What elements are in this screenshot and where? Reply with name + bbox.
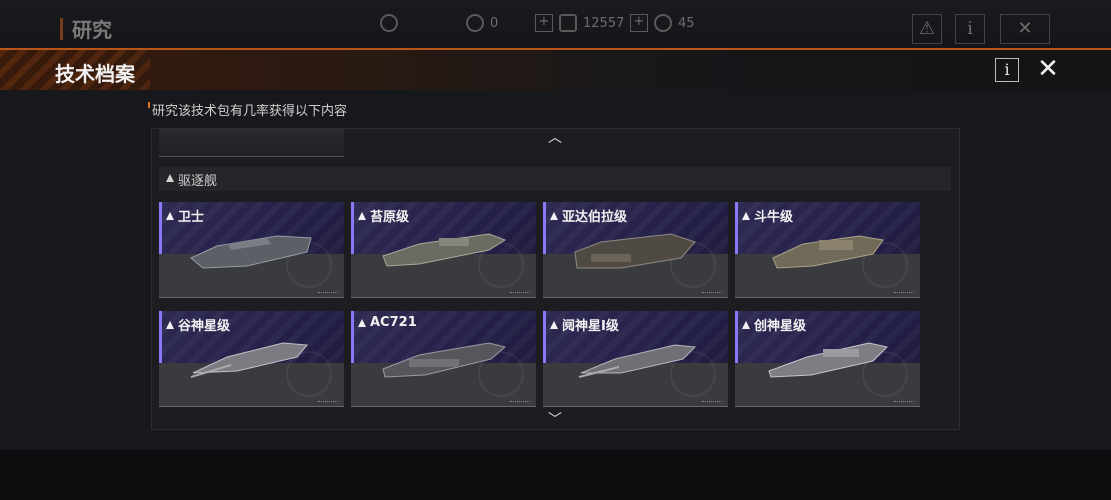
token-icon [466, 14, 484, 32]
ship-name: 创神星级 [754, 319, 807, 334]
resource-refresh [380, 14, 398, 32]
rarity-icon [550, 320, 558, 329]
rarity-icon [358, 318, 366, 327]
ship-name-row: 卫士 [166, 206, 204, 225]
warning-icon: ⚠ [912, 14, 942, 44]
coin-value: 45 [678, 15, 695, 31]
ship-card[interactable]: 斗牛级 [735, 202, 920, 298]
ship-card[interactable]: AC721 [351, 311, 536, 407]
modal-title: 技术档案 [55, 62, 135, 86]
crystal-icon [559, 14, 577, 32]
add-coin-icon: + [630, 14, 648, 32]
ship-card[interactable]: 谷神星级 [159, 311, 344, 407]
rarity-icon [166, 320, 174, 329]
resource-coin: + 45 [630, 14, 695, 32]
ship-image [190, 342, 308, 378]
ship-card[interactable]: 苔原级 [351, 202, 536, 298]
ship-image [382, 342, 507, 378]
ship-card[interactable]: 阋神星I级 [543, 311, 728, 407]
subtitle: 研究该技术包有几率获得以下内容 [147, 100, 347, 119]
ship-name-row: 创神星级 [742, 315, 806, 334]
background-close-icon: ✕ [1000, 14, 1050, 44]
ship-name: AC721 [370, 315, 417, 330]
ship-card[interactable]: 创神星级 [735, 311, 920, 407]
ship-image [772, 235, 884, 269]
ship-name-row: 斗牛级 [742, 206, 793, 225]
ship-name-row: 亚达伯拉级 [550, 206, 627, 225]
ship-name-row: 谷神星级 [166, 315, 230, 334]
info-button[interactable]: i [995, 58, 1019, 82]
ship-name: 阋神星I级 [562, 319, 619, 334]
background-info-icon: i [955, 14, 985, 44]
ship-image [578, 344, 697, 378]
previous-card-partial [159, 129, 344, 157]
ship-image [768, 342, 888, 378]
section-label: 驱逐舰 [178, 174, 218, 189]
rarity-icon [358, 211, 366, 220]
scroll-up-icon[interactable]: ︿ [548, 131, 562, 145]
rarity-icon [166, 174, 174, 182]
token-value: 0 [490, 15, 499, 31]
resource-crystal: + 12557 [535, 14, 624, 32]
rarity-icon [166, 211, 174, 220]
ship-card[interactable]: 卫士 [159, 202, 344, 298]
section-header [159, 167, 951, 191]
ship-name-row: AC721 [358, 315, 417, 330]
background-title-bar [60, 18, 63, 40]
rarity-icon [742, 211, 750, 220]
ship-name-row: 苔原级 [358, 206, 409, 225]
coin-icon [654, 14, 672, 32]
scroll-down-icon[interactable]: ﹀ [548, 413, 562, 427]
ship-name: 谷神星级 [178, 319, 231, 334]
rarity-icon [742, 320, 750, 329]
background-page-title: 研究 [72, 18, 112, 42]
close-button[interactable]: ✕ [1034, 56, 1062, 84]
ship-name: 苔原级 [370, 210, 410, 225]
refresh-icon [380, 14, 398, 32]
ship-name: 卫士 [178, 210, 205, 225]
modal-header [0, 50, 1111, 90]
ship-image [382, 233, 507, 267]
ship-name-row: 阋神星I级 [550, 315, 619, 334]
crystal-value: 12557 [583, 15, 625, 31]
ship-card[interactable]: 亚达伯拉级 [543, 202, 728, 298]
reward-list[interactable]: ︿ 驱逐舰 卫士 苔原级 亚达伯拉级 斗牛级 谷神星级 AC721 阋神星I级 … [151, 128, 960, 430]
rarity-icon [550, 211, 558, 220]
ship-image [190, 235, 312, 269]
add-crystal-icon: + [535, 14, 553, 32]
ship-name: 亚达伯拉级 [562, 210, 628, 225]
ship-image [574, 233, 696, 269]
ship-name: 斗牛级 [754, 210, 794, 225]
resource-token: 0 [466, 14, 498, 32]
